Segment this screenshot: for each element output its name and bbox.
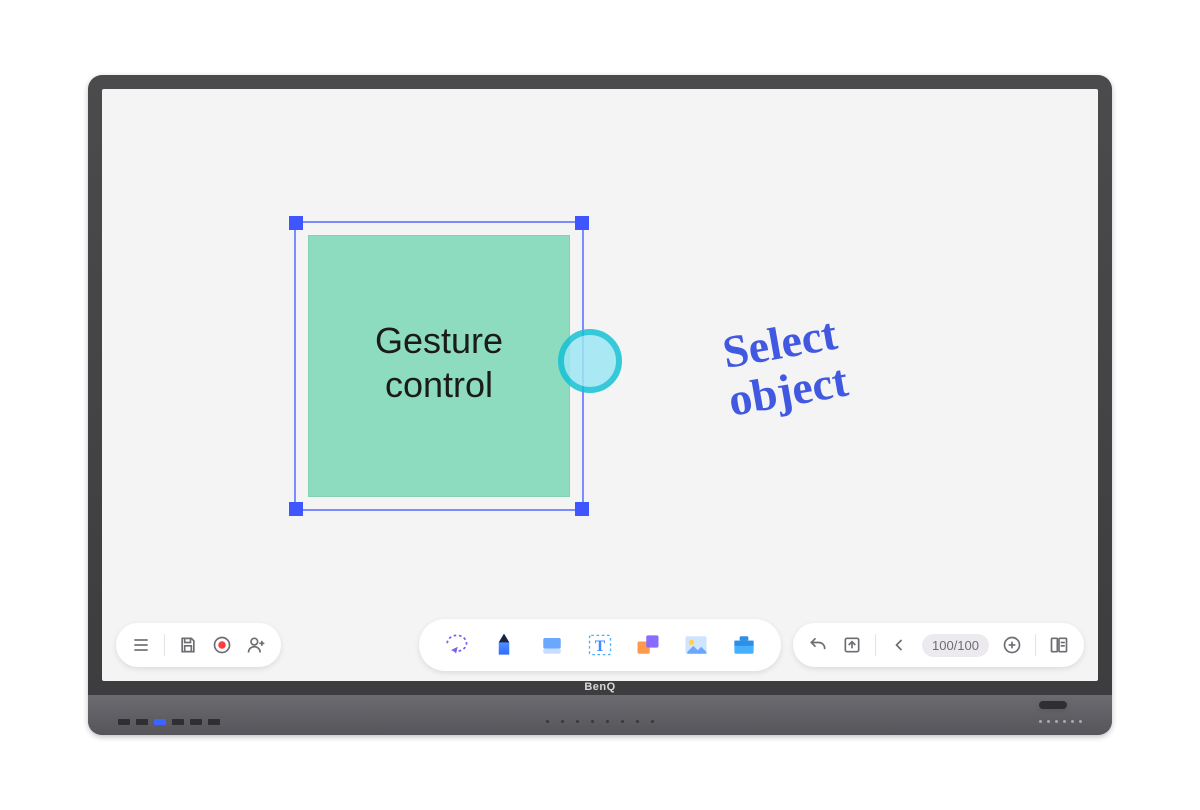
add-user-button[interactable] xyxy=(245,634,267,656)
briefcase-icon xyxy=(730,631,758,659)
eraser-icon xyxy=(538,631,566,659)
front-mic-array xyxy=(546,720,654,723)
whiteboard-screen: Gesture control Select object xyxy=(102,89,1098,681)
lasso-select-icon xyxy=(442,631,470,659)
resize-handle-bottom-left[interactable] xyxy=(289,502,303,516)
page-counter[interactable]: 100/100 xyxy=(922,634,989,657)
svg-text:T: T xyxy=(595,638,606,655)
image-tool[interactable] xyxy=(681,630,711,660)
interactive-display-frame: Gesture control Select object xyxy=(88,75,1112,735)
text-icon: T xyxy=(586,631,614,659)
page-toolbar: 100/100 xyxy=(793,623,1084,667)
prev-page-button[interactable] xyxy=(888,634,910,656)
shapes-tool[interactable] xyxy=(633,630,663,660)
undo-button[interactable] xyxy=(807,634,829,656)
export-icon xyxy=(842,635,862,655)
pen-tool[interactable] xyxy=(489,630,519,660)
chevron-left-icon xyxy=(889,635,909,655)
whiteboard-canvas[interactable]: Gesture control Select object xyxy=(102,89,1098,681)
menu-button[interactable] xyxy=(130,634,152,656)
plus-circle-icon xyxy=(1002,635,1022,655)
front-controls-right xyxy=(1039,720,1082,723)
save-button[interactable] xyxy=(177,634,199,656)
shape-text-label: Gesture control xyxy=(296,319,582,407)
hamburger-icon xyxy=(131,635,151,655)
touch-gesture-indicator xyxy=(558,329,622,393)
export-button[interactable] xyxy=(841,634,863,656)
page-overview-button[interactable] xyxy=(1048,634,1070,656)
toolbox-tool[interactable] xyxy=(729,630,759,660)
front-ports-left xyxy=(118,719,220,725)
resize-handle-bottom-right[interactable] xyxy=(575,502,589,516)
shapes-icon xyxy=(634,631,662,659)
separator xyxy=(875,634,876,656)
record-button[interactable] xyxy=(211,634,233,656)
resize-handle-top-right[interactable] xyxy=(575,216,589,230)
floppy-icon xyxy=(178,635,198,655)
image-icon xyxy=(682,631,710,659)
brand-logo: BenQ xyxy=(584,681,615,693)
select-tool[interactable] xyxy=(441,630,471,660)
pen-icon xyxy=(490,631,518,659)
add-user-icon xyxy=(246,635,266,655)
separator xyxy=(164,634,165,656)
separator xyxy=(1035,634,1036,656)
undo-icon xyxy=(808,635,828,655)
resize-handle-top-left[interactable] xyxy=(289,216,303,230)
eraser-tool[interactable] xyxy=(537,630,567,660)
text-tool[interactable]: T xyxy=(585,630,615,660)
selected-shape[interactable]: Gesture control xyxy=(294,221,584,511)
system-toolbar xyxy=(116,623,281,667)
pages-icon xyxy=(1049,635,1069,655)
tools-toolbar: T xyxy=(419,619,781,671)
add-page-button[interactable] xyxy=(1001,634,1023,656)
handwritten-annotation: Select object xyxy=(717,309,852,425)
device-chin xyxy=(88,695,1112,735)
record-icon xyxy=(212,635,232,655)
